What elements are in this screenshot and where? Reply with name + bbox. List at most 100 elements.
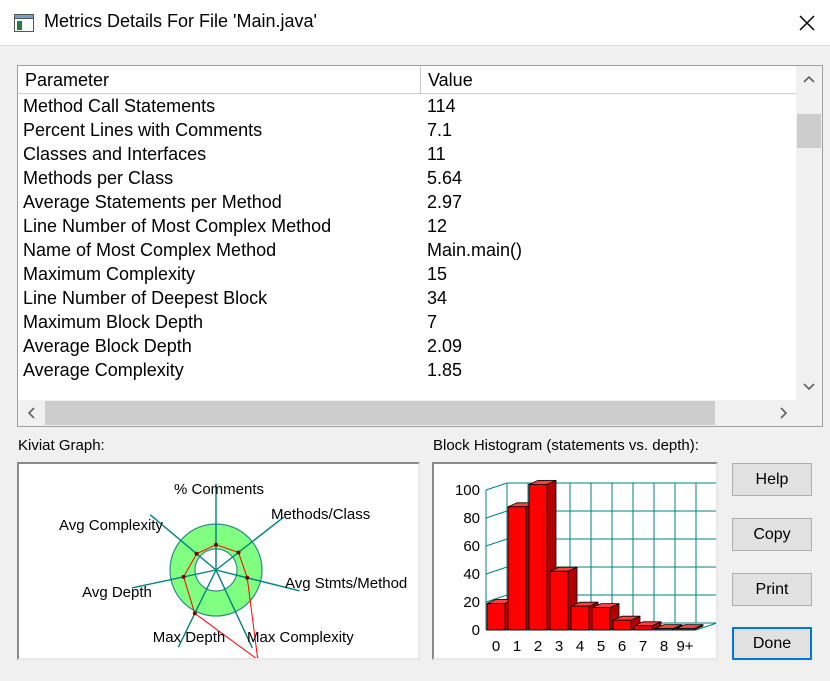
metrics-list[interactable]: Parameter Value Method Call Statements 11… — [17, 65, 823, 427]
value-cell: 12 — [427, 216, 448, 236]
print-button[interactable]: Print — [732, 573, 812, 606]
parameter-cell: Maximum Block Depth — [23, 312, 204, 332]
copy-button[interactable]: Copy — [732, 518, 812, 551]
list-header: Parameter Value — [18, 66, 797, 94]
histogram-bar-front — [633, 625, 653, 631]
parameter-cell: Average Block Depth — [23, 336, 192, 356]
histogram-y-tick-label: 100 — [455, 482, 480, 499]
histogram-bar-front — [591, 607, 611, 631]
value-cell: 1.85 — [427, 360, 463, 380]
table-row[interactable]: Line Number of Deepest Block 34 — [18, 286, 797, 310]
scrollbar-corner — [796, 400, 822, 426]
parameter-cell: Line Number of Deepest Block — [23, 288, 268, 308]
value-cell: Main.main() — [427, 240, 523, 260]
histogram-x-tick-label: 9+ — [676, 638, 693, 655]
kiviat-chart: % Comments Methods/Class Avg Stmts/Method M… — [59, 481, 407, 662]
histogram-bar-front — [549, 570, 569, 631]
parameter-cell: Methods per Class — [23, 168, 174, 188]
histogram-y-tick-label: 80 — [463, 510, 480, 527]
histogram-bar-front — [570, 605, 590, 631]
value-cell: 2.09 — [427, 336, 463, 356]
table-row[interactable]: Average Statements per Method 2.97 — [18, 190, 797, 214]
kiviat-axis-label: Avg Stmts/Method — [285, 575, 407, 592]
vertical-scroll-thumb[interactable] — [797, 114, 821, 148]
parameter-cell: Maximum Complexity — [23, 264, 196, 284]
histogram-gridline — [485, 538, 508, 547]
value-cell: 5.64 — [427, 168, 463, 188]
kiviat-axis-label: Avg Depth — [82, 584, 152, 601]
table-row[interactable]: Method Call Statements 114 — [18, 94, 797, 118]
table-row[interactable]: Percent Lines with Comments 7.1 — [18, 118, 797, 142]
value-cell: 2.97 — [427, 192, 463, 212]
close-icon — [799, 15, 815, 31]
histogram-y-tick-label: 0 — [472, 622, 480, 639]
histogram-x-tick-label: 5 — [597, 638, 605, 655]
scroll-left-icon[interactable] — [18, 400, 44, 426]
parameter-cell: Classes and Interfaces — [23, 144, 207, 164]
histogram-bar-front — [528, 483, 548, 631]
kiviat-graph: % Comments Methods/Class Avg Stmts/Method M… — [17, 462, 420, 662]
value-cell: 34 — [427, 288, 448, 308]
histogram-x-tick-label: 0 — [492, 638, 500, 655]
value-cell: 11 — [427, 144, 446, 164]
window-title: Metrics Details For File 'Main.java' — [44, 11, 317, 31]
scroll-down-icon[interactable] — [796, 374, 822, 400]
table-row[interactable]: Average Block Depth 2.09 — [18, 334, 797, 358]
histogram-gridline — [485, 566, 508, 575]
app-window-icon — [14, 14, 34, 32]
table-row[interactable]: Name of Most Complex Method Main.main() — [18, 238, 797, 262]
table-row[interactable]: Maximum Block Depth 7 — [18, 310, 797, 334]
histogram-bar-front — [675, 628, 695, 631]
histogram-x-tick-label: 4 — [576, 638, 584, 655]
histogram-gridline — [485, 482, 508, 491]
kiviat-axis-label: Avg Complexity — [59, 517, 163, 534]
value-cell: 15 — [427, 264, 448, 284]
histogram-bar-front — [654, 628, 674, 631]
kiviat-point — [236, 550, 241, 555]
table-row[interactable]: Classes and Interfaces 11 — [18, 142, 797, 166]
horizontal-scroll-thumb[interactable] — [45, 401, 715, 425]
kiviat-axis-label: Max Depth — [153, 629, 226, 646]
histogram-x-tick-label: 1 — [513, 638, 521, 655]
table-row[interactable]: Methods per Class 5.64 — [18, 166, 797, 190]
value-cell: 7 — [427, 312, 438, 332]
value-cell: 114 — [427, 96, 456, 116]
kiviat-point — [181, 574, 186, 579]
value-cell: 7.1 — [427, 120, 453, 140]
kiviat-graph-label: Kiviat Graph: — [18, 437, 105, 454]
histogram-gridline — [485, 510, 508, 519]
metrics-rows: Method Call Statements 114 Percent Lines w… — [18, 94, 797, 400]
close-button[interactable] — [784, 0, 830, 46]
kiviat-point — [214, 542, 218, 547]
column-header-parameter[interactable]: Parameter — [18, 66, 421, 94]
histogram-x-tick-label: 8 — [660, 638, 668, 655]
histogram-x-tick-label: 2 — [534, 638, 542, 655]
vertical-scrollbar[interactable] — [796, 66, 822, 400]
horizontal-scrollbar[interactable] — [18, 400, 797, 426]
parameter-cell: Percent Lines with Comments — [23, 120, 263, 140]
done-button[interactable]: Done — [732, 627, 812, 660]
parameter-cell: Method Call Statements — [23, 96, 216, 116]
histogram-x-tick-label: 3 — [555, 638, 563, 655]
column-header-value[interactable]: Value — [421, 66, 797, 94]
table-row[interactable]: Maximum Complexity 15 — [18, 262, 797, 286]
scroll-up-icon[interactable] — [796, 66, 822, 92]
title-bar: Metrics Details For File 'Main.java' — [0, 0, 830, 46]
histogram-y-tick-label: 20 — [463, 594, 480, 611]
table-row[interactable]: Line Number of Most Complex Method 12 — [18, 214, 797, 238]
kiviat-point — [194, 551, 199, 556]
parameter-cell: Average Statements per Method — [23, 192, 282, 212]
histogram-bar-front — [507, 506, 527, 631]
histogram-chart: 0204060801000 1 2 3 4 5 6 7 8 9+ — [455, 479, 718, 655]
scroll-right-icon[interactable] — [771, 400, 797, 426]
kiviat-axis-label: Methods/Class — [271, 506, 370, 523]
kiviat-point — [192, 611, 197, 616]
histogram-bar-front — [486, 602, 506, 631]
parameter-cell: Line Number of Most Complex Method — [23, 216, 332, 236]
help-button[interactable]: Help — [732, 463, 812, 496]
histogram-y-tick-label: 40 — [463, 566, 480, 583]
table-row[interactable]: Average Complexity 1.85 — [18, 358, 797, 382]
kiviat-axis-label: % Comments — [174, 481, 264, 498]
histogram-x-tick-label: 6 — [618, 638, 626, 655]
histogram-bar-front — [612, 619, 632, 631]
